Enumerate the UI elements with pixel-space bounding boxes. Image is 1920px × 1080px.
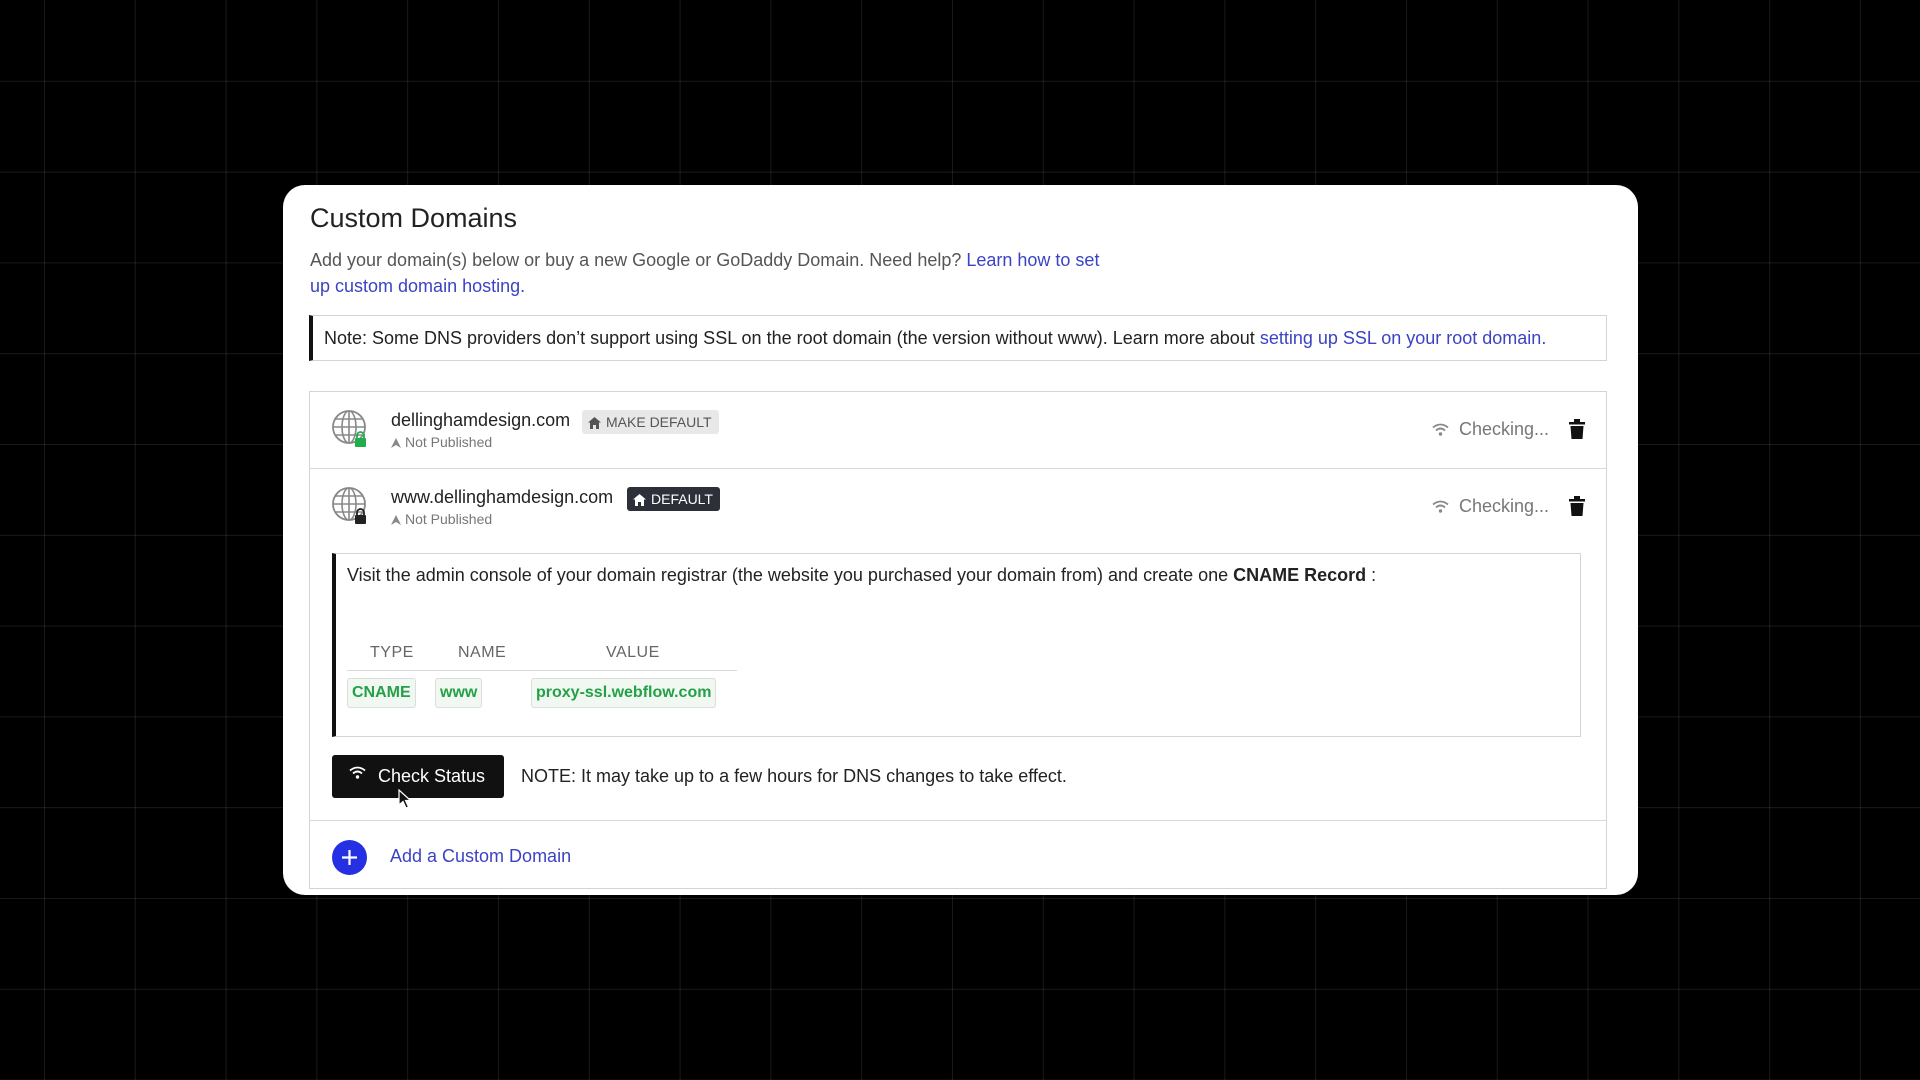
connection-status: Checking... <box>1432 419 1549 440</box>
wifi-icon <box>1432 500 1449 513</box>
wifi-icon <box>349 766 366 779</box>
dns-record-table: TYPE NAME VALUE CNAME www proxy-ssl.webf… <box>347 640 737 715</box>
check-status-button[interactable]: Check Status <box>332 755 504 798</box>
ssl-note-text: Note: Some DNS providers don’t support u… <box>324 328 1260 348</box>
column-header-type: TYPE <box>370 644 414 661</box>
ssl-note: Note: Some DNS providers don’t support u… <box>309 315 1607 361</box>
publish-status-label: Not Published <box>405 511 493 527</box>
default-badge: DEFAULT <box>627 487 720 511</box>
intro-text: Add your domain(s) below or buy a new Go… <box>310 247 1110 299</box>
instructions-suffix: : <box>1366 565 1377 585</box>
domain-row: www.dellinghamdesign.com DEFAULT Not Pub… <box>310 469 1606 545</box>
domain-name: www.dellinghamdesign.com <box>391 487 614 507</box>
connection-status-label: Checking... <box>1458 419 1549 439</box>
custom-domains-card: Custom Domains Add your domain(s) below … <box>283 185 1638 895</box>
make-default-button[interactable]: MAKE DEFAULT <box>582 410 719 434</box>
home-icon <box>588 417 601 429</box>
dns-propagation-note: NOTE: It may take up to a few hours for … <box>521 766 1067 786</box>
column-header-value: VALUE <box>606 644 660 661</box>
dns-instructions: Visit the admin console of your domain r… <box>332 553 1581 737</box>
add-custom-domain-label: Add a Custom Domain <box>390 846 572 866</box>
plus-circle-icon <box>332 840 367 875</box>
make-default-label: MAKE DEFAULT <box>606 414 712 430</box>
publish-status: Not Published <box>391 434 492 450</box>
instructions-body: Visit the admin console of your domain r… <box>347 565 1234 585</box>
mouse-cursor-icon <box>398 789 412 809</box>
default-label: DEFAULT <box>651 491 713 507</box>
globe-lock-icon <box>332 487 366 524</box>
domain-list: dellinghamdesign.com MAKE DEFAULT Not Pu… <box>309 391 1607 889</box>
record-value[interactable]: proxy-ssl.webflow.com <box>531 678 717 708</box>
instructions-text: Visit the admin console of your domain r… <box>347 565 1376 586</box>
connection-status-label: Checking... <box>1458 496 1549 516</box>
record-type-label: CNAME Record <box>1233 565 1367 585</box>
domain-row: dellinghamdesign.com MAKE DEFAULT Not Pu… <box>310 392 1606 469</box>
check-status-label: Check Status <box>378 766 486 786</box>
wifi-icon <box>1432 423 1449 436</box>
column-header-name: NAME <box>458 644 507 661</box>
publish-arrow-icon <box>391 515 401 525</box>
root-ssl-link[interactable]: setting up SSL on your root domain. <box>1260 328 1547 348</box>
record-type-value[interactable]: CNAME <box>347 678 416 708</box>
record-name-value[interactable]: www <box>435 678 483 708</box>
home-icon <box>633 494 646 506</box>
table-row: CNAME www proxy-ssl.webflow.com <box>347 671 737 715</box>
globe-lock-icon <box>332 410 366 447</box>
plus-icon <box>342 850 357 865</box>
table-header: TYPE NAME VALUE <box>347 640 737 671</box>
publish-status-label: Not Published <box>405 434 493 450</box>
connection-status: Checking... <box>1432 496 1549 517</box>
page-title: Custom Domains <box>310 203 518 233</box>
trash-icon[interactable] <box>1569 419 1585 439</box>
add-custom-domain-button[interactable]: Add a Custom Domain <box>310 820 1606 889</box>
domain-name: dellinghamdesign.com <box>391 410 571 430</box>
intro-text-body: Add your domain(s) below or buy a new Go… <box>310 250 967 270</box>
publish-status: Not Published <box>391 511 492 527</box>
publish-arrow-icon <box>391 438 401 448</box>
trash-icon[interactable] <box>1569 496 1585 516</box>
